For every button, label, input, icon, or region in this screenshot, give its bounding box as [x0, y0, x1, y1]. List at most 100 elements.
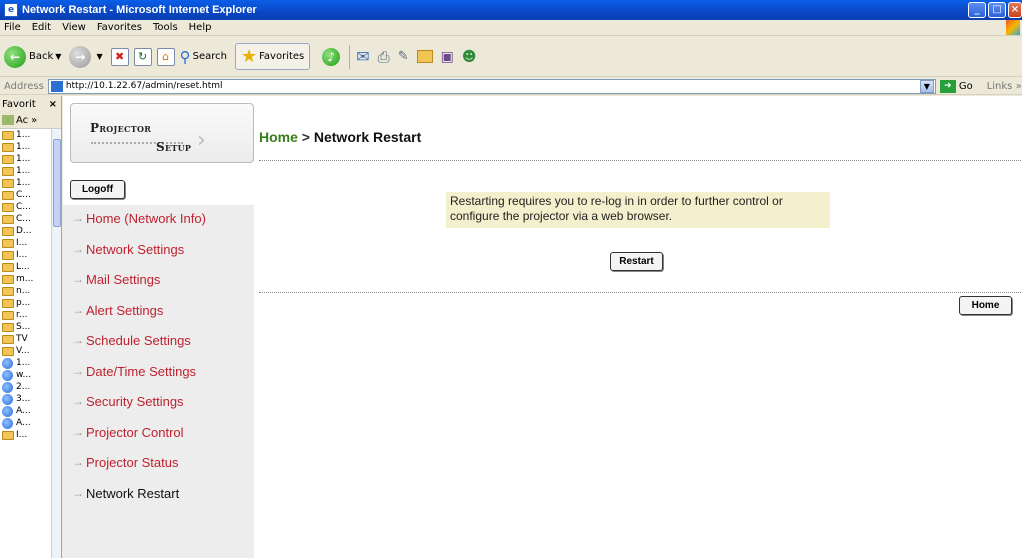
add-favorite-label: Ac — [16, 114, 29, 126]
stop-icon[interactable]: ✖ — [110, 47, 129, 66]
favorite-item-label: 1... — [16, 178, 31, 188]
ie-page-icon — [2, 357, 13, 369]
menu-file[interactable]: File — [4, 22, 21, 33]
folder-icon — [2, 310, 14, 320]
nav-item[interactable]: → Projector Status — [72, 453, 179, 471]
favorites-scroll-thumb[interactable] — [53, 139, 61, 227]
favorite-item-label: I... — [16, 250, 28, 260]
nav-item[interactable]: → Home (Network Info) — [72, 209, 206, 227]
nav-item[interactable]: → Network Settings — [72, 240, 184, 258]
address-bar: Address http://10.1.22.67/admin/reset.ht… — [0, 78, 1022, 95]
folder-icon — [2, 262, 14, 272]
favorites-button[interactable]: ★ Favorites — [234, 43, 311, 70]
breadcrumb-separator: > — [301, 129, 310, 145]
home-icon[interactable]: ⌂ — [156, 47, 175, 66]
favorites-pane-header: Favorit × — [0, 96, 61, 112]
add-favorite-button[interactable]: Ac » — [0, 112, 61, 129]
favorite-item-label: S... — [16, 322, 31, 332]
go-button[interactable]: ➜ Go — [939, 79, 973, 93]
favorite-item-label: 1... — [16, 358, 31, 368]
favorite-item-label: 2... — [16, 382, 31, 392]
star-icon: ★ — [240, 46, 258, 67]
home-button[interactable]: Home — [959, 296, 1012, 315]
nav-item[interactable]: → Projector Control — [72, 423, 184, 441]
nav-item[interactable]: → Mail Settings — [72, 270, 160, 288]
search-button[interactable]: ⚲ Search — [180, 48, 227, 66]
favorites-scrollbar[interactable] — [51, 129, 61, 558]
nav-item[interactable]: → Security Settings — [72, 392, 184, 410]
favorites-pane-title: Favorit — [2, 98, 36, 110]
search-icon: ⚲ — [179, 47, 191, 66]
nav-item-label: Home (Network Info) — [86, 210, 206, 226]
nav-item-label: Date/Time Settings — [86, 363, 197, 379]
nav-item[interactable]: → Alert Settings — [72, 301, 163, 319]
nav-arrow-icon: → — [72, 455, 84, 469]
toolbar-separator — [349, 44, 351, 69]
forward-arrow-icon: → — [69, 45, 92, 68]
go-arrow-icon: ➜ — [939, 79, 956, 93]
menu-help[interactable]: Help — [189, 22, 212, 33]
menu-edit[interactable]: Edit — [32, 22, 51, 33]
nav-item-label: Network Settings — [86, 241, 185, 257]
nav-arrow-icon: → — [72, 486, 84, 500]
nav-arrow-icon: → — [72, 394, 84, 408]
restart-notice: Restarting requires you to re-log in in … — [446, 192, 830, 228]
folder-icon — [2, 334, 14, 344]
links-toolbar[interactable]: Links » — [987, 81, 1022, 92]
address-dropdown-icon[interactable]: ▼ — [919, 79, 934, 93]
forward-button[interactable]: → ▼ — [69, 45, 103, 68]
page-icon — [50, 80, 63, 92]
address-label: Address — [4, 80, 44, 92]
breadcrumb-home-link[interactable]: Home — [259, 129, 298, 145]
mail-icon[interactable]: ✉ — [356, 47, 369, 66]
back-dropdown-icon[interactable]: ▼ — [55, 52, 61, 61]
media-icon[interactable]: ♪ — [322, 47, 341, 66]
nav-item[interactable]: → Schedule Settings — [72, 331, 191, 349]
ie-app-icon: e — [4, 3, 18, 17]
nav-item[interactable]: → Date/Time Settings — [72, 362, 196, 380]
add-favorite-icon — [2, 115, 14, 125]
projector-setup-logo: Projector › Setup — [70, 103, 254, 163]
minimize-button[interactable]: _ — [968, 2, 986, 18]
favorite-item-label: p... — [16, 298, 31, 308]
folder-icon — [2, 298, 14, 308]
nav-item-label: Mail Settings — [86, 271, 161, 287]
close-button[interactable]: × — [1008, 2, 1022, 18]
research-icon[interactable]: ▣ — [441, 49, 454, 65]
nav-item-label: Security Settings — [86, 393, 184, 409]
nav-arrow-icon: → — [72, 242, 84, 256]
nav-item-label: Network Restart — [86, 485, 180, 501]
more-chevron-icon: » — [31, 114, 38, 126]
menu-favorites[interactable]: Favorites — [97, 22, 142, 33]
menu-tools[interactable]: Tools — [153, 22, 178, 33]
print-icon[interactable]: ⎙ — [378, 48, 390, 66]
restart-button[interactable]: Restart — [610, 252, 663, 271]
maximize-button[interactable]: □ — [988, 2, 1006, 18]
go-label: Go — [958, 80, 973, 92]
address-url: http://10.1.22.67/admin/reset.html — [65, 81, 223, 91]
windows-logo-icon — [1006, 20, 1020, 35]
address-input[interactable]: http://10.1.22.67/admin/reset.html — [47, 78, 936, 94]
forward-dropdown-icon[interactable]: ▼ — [96, 52, 102, 61]
favorite-item-label: r... — [16, 310, 28, 320]
edit-icon[interactable]: ✎ — [398, 49, 409, 64]
favorite-item-label: TV — [16, 334, 28, 344]
divider-top — [259, 160, 1021, 161]
menu-view[interactable]: View — [62, 22, 86, 33]
nav-arrow-icon: → — [72, 211, 84, 225]
window-title: Network Restart - Microsoft Internet Exp… — [22, 4, 257, 16]
close-pane-icon[interactable]: × — [49, 99, 57, 110]
logoff-button[interactable]: Logoff — [70, 180, 125, 199]
folder-icon — [2, 226, 14, 236]
favorite-item-label: I... — [16, 238, 28, 248]
discuss-icon[interactable] — [416, 50, 433, 63]
messenger-icon[interactable]: ☻ — [462, 49, 477, 65]
favorite-item-label: w... — [16, 370, 32, 380]
refresh-icon[interactable]: ↻ — [133, 47, 152, 66]
favorite-item-label: 1... — [16, 142, 31, 152]
folder-icon — [2, 190, 14, 200]
nav-item-label: Schedule Settings — [86, 332, 191, 348]
back-button[interactable]: ← Back ▼ — [4, 45, 61, 68]
favorites-label: Favorites — [259, 51, 305, 62]
nav-item-label: Projector Status — [86, 454, 179, 470]
